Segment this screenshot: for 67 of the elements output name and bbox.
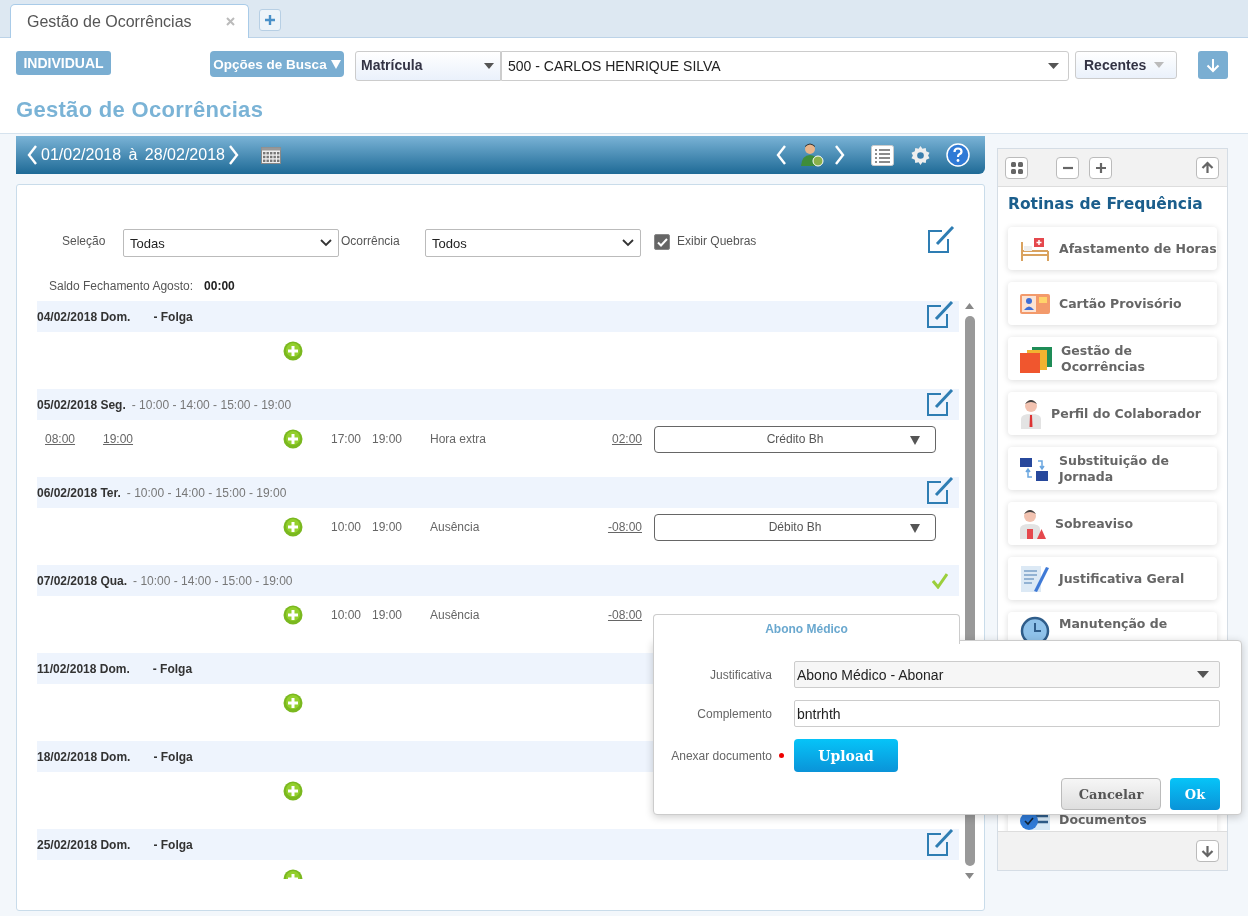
recent-select[interactable]: Recentes <box>1075 51 1177 79</box>
routine-label: Sobreaviso <box>1055 515 1134 532</box>
day-date: 07/02/2018 Qua. <box>37 573 128 588</box>
routine-label: Cartão Provisório <box>1059 295 1182 312</box>
complement-field[interactable]: bntrhth <box>794 700 1220 727</box>
entry-end: 19:00 <box>372 608 404 622</box>
field-label: Justificativa <box>708 667 772 682</box>
day-schedule: - Folga <box>153 749 193 764</box>
day-schedule: - 10:00 - 14:00 - 15:00 - 19:00 <box>133 573 293 588</box>
justification-select[interactable]: Abono Médico - Abonar <box>794 661 1220 688</box>
entry-end: 19:00 <box>372 432 404 446</box>
day-schedule: - Folga <box>153 837 193 852</box>
routine-item[interactable]: Perfil do Colaborador <box>1008 392 1217 435</box>
routine-item[interactable]: Gestão de Ocorrências <box>1008 337 1217 380</box>
selection-select[interactable]: Todas <box>123 229 339 257</box>
page-title: Gestão de Ocorrências <box>16 97 264 123</box>
period-range: 01/02/2018 à 28/02/2018 <box>41 146 225 164</box>
routine-label: Documentos <box>1059 811 1147 828</box>
selection-label: Seleção <box>61 234 107 248</box>
entry-type: Ausência <box>430 608 481 622</box>
punch-time-link[interactable]: 19:00 <box>103 432 134 446</box>
routine-item[interactable]: Cartão Provisório <box>1008 282 1217 325</box>
routine-label: Perfil do Colaborador <box>1051 405 1201 422</box>
routine-item[interactable]: Sobreaviso <box>1008 502 1217 545</box>
balance-value: 00:00 <box>204 279 235 293</box>
day-date: 11/02/2018 Dom. <box>37 661 130 676</box>
day-schedule: - 10:00 - 14:00 - 15:00 - 19:00 <box>126 485 287 500</box>
routine-label: Gestão de Ocorrências <box>1061 342 1146 375</box>
field-label: Complemento <box>696 706 772 721</box>
day-schedule: - Folga <box>152 661 193 676</box>
routine-item[interactable]: Justificativa Geral <box>1008 557 1217 600</box>
entry-balance-link[interactable]: -08:00 <box>607 520 642 534</box>
balance-label: Saldo Fechamento Agosto: <box>49 279 194 293</box>
entry-start: 17:00 <box>331 432 363 446</box>
routine-label: Justificativa Geral <box>1059 570 1185 587</box>
entry-start: 10:00 <box>331 520 363 534</box>
occurrence-label: Ocorrência <box>341 234 401 248</box>
show-breaks-label: Exibir Quebras <box>677 234 757 248</box>
day-date: 25/02/2018 Dom. <box>37 837 131 852</box>
entry-end: 19:00 <box>372 520 404 534</box>
day-date: 04/02/2018 Dom. <box>37 309 131 324</box>
employee-select[interactable]: 500 - CARLOS HENRIQUE SILVA <box>501 51 1069 81</box>
cancel-button[interactable]: Cancelar <box>1061 778 1161 810</box>
day-schedule: - Folga <box>153 309 193 324</box>
routine-item[interactable]: Substituição de Jornada <box>1008 447 1217 490</box>
search-type-select[interactable]: Matrícula <box>355 51 501 81</box>
panel-title: Rotinas de Frequência <box>1007 194 1204 215</box>
day-date: 06/02/2018 Ter. <box>37 485 121 500</box>
routine-label: Afastamento de Horas <box>1059 240 1217 257</box>
routine-label: Substituição de Jornada <box>1059 452 1170 485</box>
dialog-title: Abono Médico <box>653 614 960 644</box>
bank-action-select[interactable]: Crédito Bh <box>654 425 936 453</box>
bank-action-select[interactable]: Débito Bh <box>654 513 936 541</box>
entry-type: Ausência <box>430 520 481 534</box>
day-schedule: - 10:00 - 14:00 - 15:00 - 19:00 <box>131 397 292 412</box>
entry-balance-link[interactable]: -08:00 <box>607 608 642 622</box>
routine-label: Manutenção de <box>1059 616 1168 632</box>
day-date: 05/02/2018 Seg. <box>37 397 126 412</box>
day-date: 18/02/2018 Dom. <box>37 749 131 764</box>
routine-item[interactable]: Afastamento de Horas <box>1008 227 1217 270</box>
entry-start: 10:00 <box>331 608 363 622</box>
entry-type: Hora extra <box>430 432 488 446</box>
field-label: Anexar documento <box>670 748 772 763</box>
entry-balance-link[interactable]: 02:00 <box>611 432 642 446</box>
occurrence-select[interactable]: Todos <box>425 229 641 257</box>
page-tab[interactable]: Gestão de Ocorrências <box>10 4 249 38</box>
punch-time-link[interactable]: 08:00 <box>45 432 76 446</box>
